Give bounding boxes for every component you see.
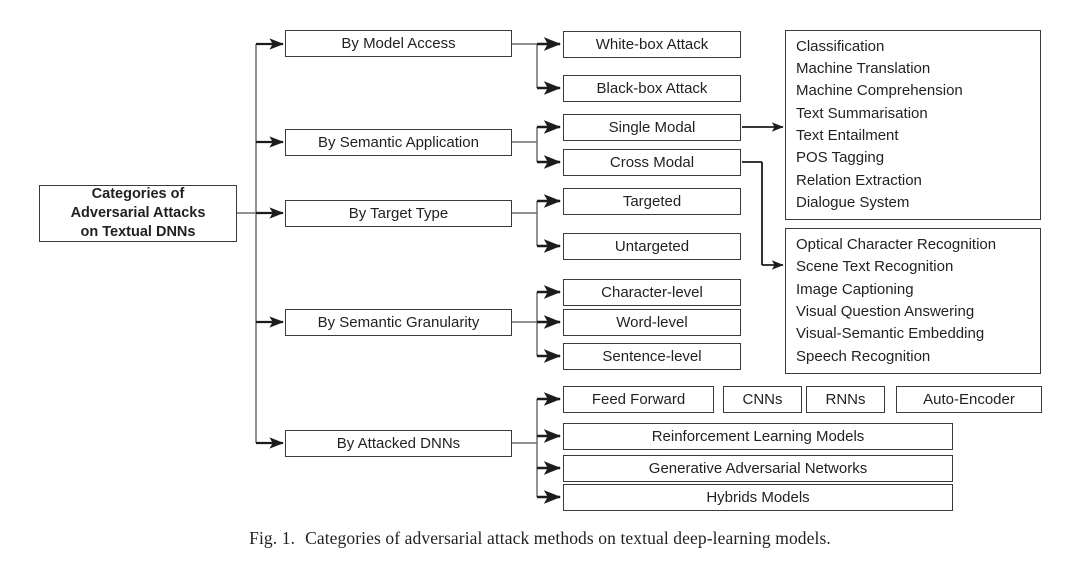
leaf-label: Feed Forward (591, 390, 686, 408)
root-line-1: Categories of (91, 185, 185, 202)
root-line-2: Adversarial Attacks (70, 204, 206, 221)
task-item: Text Summarisation (796, 104, 928, 122)
leaf-label: Sentence-level (602, 347, 702, 365)
task-item: Speech Recognition (796, 347, 931, 365)
category-by-target-type[interactable]: By Target Type (285, 200, 512, 227)
task-item: Text Entailment (796, 127, 899, 144)
category-by-model-access[interactable]: By Model Access (285, 30, 512, 57)
task-item: Visual-Semantic Embedding (796, 325, 985, 343)
leaf-label: Untargeted (614, 237, 690, 255)
category-label: By Semantic Application (318, 133, 479, 151)
category-by-attacked-dnns[interactable]: By Attacked DNNs (285, 430, 512, 457)
figure-container: Categories of Adversarial Attacks on Tex… (0, 0, 1080, 577)
leaf-auto-encoder[interactable]: Auto-Encoder (896, 386, 1042, 413)
leaf-black-box-attack[interactable]: Black-box Attack (563, 75, 741, 102)
leaf-label: Character-level (601, 283, 703, 301)
leaf-label: White-box Attack (595, 35, 709, 53)
task-item: Scene Text Recognition (796, 258, 954, 276)
leaf-word-level[interactable]: Word-level (563, 309, 741, 336)
category-label: By Attacked DNNs (336, 434, 461, 452)
figure-number: Fig. 1. (249, 528, 296, 548)
root-node[interactable]: Categories of Adversarial Attacks on Tex… (39, 185, 237, 242)
leaf-hybrids-models[interactable]: Hybrids Models (563, 484, 953, 511)
leaf-label: Cross Modal (609, 153, 695, 171)
leaf-character-level[interactable]: Character-level (563, 279, 741, 306)
category-label: By Model Access (341, 34, 456, 52)
task-item: Optical Character Recognition (796, 236, 997, 254)
leaf-generative-adversarial-networks[interactable]: Generative Adversarial Networks (563, 455, 953, 482)
task-item: Image Captioning (796, 280, 914, 298)
cross-modal-task-list[interactable]: Optical Character Recognition Scene Text… (785, 228, 1041, 374)
category-label: By Target Type (348, 204, 449, 222)
leaf-rnns[interactable]: RNNs (806, 386, 885, 413)
category-by-semantic-application[interactable]: By Semantic Application (285, 129, 512, 156)
single-modal-task-list[interactable]: Classification Machine Translation Machi… (785, 30, 1041, 220)
leaf-label: Hybrids Models (706, 488, 810, 506)
leaf-white-box-attack[interactable]: White-box Attack (563, 31, 741, 58)
leaf-label: Targeted (622, 192, 682, 210)
task-item: Relation Extraction (796, 171, 922, 189)
leaf-targeted[interactable]: Targeted (563, 188, 741, 215)
task-item: Classification (796, 37, 885, 55)
leaf-cross-modal[interactable]: Cross Modal (563, 149, 741, 176)
leaf-label: Generative Adversarial Networks (648, 459, 868, 477)
leaf-label: Single Modal (608, 118, 696, 136)
tree-diagram: Categories of Adversarial Attacks on Tex… (0, 0, 1080, 520)
leaf-untargeted[interactable]: Untargeted (563, 233, 741, 260)
leaf-reinforcement-learning-models[interactable]: Reinforcement Learning Models (563, 423, 953, 450)
leaf-label: Auto-Encoder (923, 390, 1015, 408)
leaf-feed-forward[interactable]: Feed Forward (563, 386, 714, 413)
root-line-3: on Textual DNNs (80, 224, 196, 241)
leaf-label: CNNs (742, 390, 783, 408)
leaf-label: Black-box Attack (596, 79, 708, 97)
figure-caption: Fig. 1. Categories of adversarial attack … (0, 528, 1080, 549)
leaf-sentence-level[interactable]: Sentence-level (563, 343, 741, 370)
task-item: Dialogue System (796, 193, 910, 211)
task-item: Visual Question Answering (796, 303, 975, 320)
figure-caption-text: Categories of adversarial attack methods… (305, 528, 831, 548)
leaf-cnns[interactable]: CNNs (723, 386, 802, 413)
leaf-label: Word-level (616, 313, 688, 331)
leaf-label: Reinforcement Learning Models (651, 427, 865, 445)
category-label: By Semantic Granularity (317, 313, 480, 331)
leaf-single-modal[interactable]: Single Modal (563, 114, 741, 141)
leaf-label: RNNs (825, 390, 866, 408)
category-by-semantic-granularity[interactable]: By Semantic Granularity (285, 309, 512, 336)
task-item: POS Tagging (796, 149, 885, 167)
task-item: Machine Translation (796, 60, 931, 78)
task-item: Machine Comprehension (796, 82, 963, 100)
